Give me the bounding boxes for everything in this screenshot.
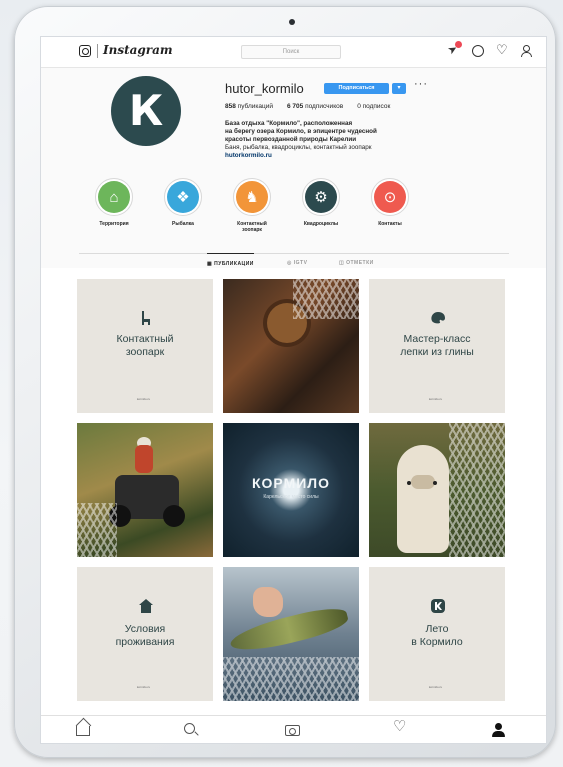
tab-posts[interactable]: ▦ ПУБЛИКАЦИИ [207, 253, 254, 267]
avatar-logo: К [128, 86, 164, 135]
post-brand-wordmark: КОРМИЛО [251, 475, 331, 491]
highlight-fishing[interactable]: ❖ Рыбалка [162, 178, 204, 233]
post-photo-fish[interactable] [223, 567, 359, 701]
instagram-logo-icon[interactable] [79, 45, 91, 57]
bio-website-link[interactable]: hutorkormilo.ru [225, 152, 445, 160]
profile-icon[interactable] [492, 723, 506, 737]
pattern-overlay [223, 657, 359, 701]
post-petting-zoo[interactable]: Контактный зоопарк kormilo.ru [77, 279, 213, 413]
llama-icon: ♞ [236, 181, 268, 213]
post-watermark: kormilo.ru [137, 685, 151, 689]
post-title: лепки из глины [400, 346, 474, 358]
followers-count[interactable]: 6 705 подписчиков [287, 103, 343, 110]
highlight-territory[interactable]: ⌂ Территория [93, 178, 135, 233]
highlight-label: Квадроциклы [303, 221, 339, 227]
highlight-atv[interactable]: ⚙ Квадроциклы [300, 178, 342, 233]
post-title: Лето [425, 623, 449, 635]
profile-username: hutor_kormilo [225, 81, 304, 96]
highlight-label: Рыбалка [172, 221, 194, 227]
home-icon[interactable] [76, 726, 90, 736]
tab-igtv[interactable]: ◎ IGTV [287, 260, 307, 266]
logo-icon [431, 599, 445, 613]
bottom-nav: ♡ [41, 715, 546, 743]
user-icon[interactable] [520, 45, 532, 57]
search-icon[interactable] [184, 723, 195, 734]
profile-bio: База отдыха "Кормило", расположенная на … [225, 120, 445, 160]
photo-element [135, 445, 153, 473]
posts-count: 858 публикаций [225, 103, 273, 110]
highlight-label: Территория [99, 221, 129, 227]
fish-icon: ❖ [167, 181, 199, 213]
bio-line: Баня, рыбалка, квадроциклы, контактный з… [225, 144, 372, 151]
profile-header: К hutor_kormilo Подписаться ▾ ··· 858 пу… [41, 68, 546, 268]
highlight-label: Контакты [378, 221, 402, 227]
post-title: Мастер-класс [403, 333, 471, 345]
post-photo-atv[interactable] [77, 423, 213, 557]
post-brand-kormilo[interactable]: КОРМИЛО Карельское место силы [223, 423, 359, 557]
bio-line: База отдыха "Кормило", расположенная [225, 120, 353, 127]
top-bar: Instagram Поиск [41, 37, 546, 68]
direct-icon[interactable] [448, 41, 462, 57]
pattern-overlay [449, 423, 505, 557]
highlight-petting-zoo[interactable]: ♞ Контактный зоопарк [231, 178, 273, 233]
bio-line: на берегу озера Кормило, в эпицентре чуд… [225, 128, 377, 135]
pattern-overlay [77, 503, 117, 557]
post-title: зоопарк [125, 346, 165, 358]
photo-element [227, 602, 351, 658]
bio-line: красоты первозданной природы Карелии [225, 136, 357, 143]
post-watermark: kormilo.ru [429, 685, 443, 689]
post-photo-interior[interactable] [223, 279, 359, 413]
instagram-wordmark[interactable]: Instagram [103, 43, 173, 57]
tablet-camera [289, 19, 295, 25]
post-watermark: kormilo.ru [429, 397, 443, 401]
location-pin-icon: ⊙ [374, 181, 406, 213]
posts-grid: Контактный зоопарк kormilo.ru Мастер-кла… [77, 279, 507, 701]
post-watermark: kormilo.ru [137, 397, 151, 401]
story-highlights: ⌂ Территория ❖ Рыбалка ♞ Контактный зооп… [93, 178, 411, 233]
screen: Instagram Поиск К hutor_kormilo Подписат… [40, 36, 547, 744]
post-summer[interactable]: Лето в Кормило kormilo.ru [369, 567, 505, 701]
house-icon: ⌂ [98, 181, 130, 213]
logo-divider [97, 44, 98, 58]
atv-icon: ⚙ [305, 181, 337, 213]
notification-dot [455, 41, 462, 48]
house-icon [139, 599, 153, 613]
highlight-contacts[interactable]: ⊙ Контакты [369, 178, 411, 233]
photo-element [397, 445, 449, 553]
follow-button[interactable]: Подписаться [324, 83, 389, 94]
heart-icon[interactable]: ♡ [393, 719, 407, 734]
compass-icon[interactable] [472, 45, 484, 57]
post-accommodation[interactable]: Условия проживания kormilo.ru [77, 567, 213, 701]
palette-icon [431, 311, 445, 324]
camera-icon[interactable] [285, 725, 300, 736]
photo-element [407, 481, 411, 485]
llama-icon [139, 311, 151, 325]
following-count[interactable]: 0 подписок [357, 103, 390, 110]
post-title: в Кормило [411, 636, 463, 648]
tab-tagged[interactable]: ◫ ОТМЕТКИ [339, 260, 374, 266]
photo-element [109, 475, 185, 527]
suggestions-dropdown-button[interactable]: ▾ [392, 83, 406, 94]
pattern-overlay [293, 279, 359, 319]
avatar[interactable]: К [111, 76, 181, 146]
post-pottery-class[interactable]: Мастер-класс лепки из глины kormilo.ru [369, 279, 505, 413]
post-title: Условия [124, 623, 166, 635]
photo-element [253, 587, 283, 617]
post-title: Контактный [116, 333, 174, 345]
more-options-button[interactable]: ··· [414, 78, 428, 90]
profile-tabs: ▦ ПУБЛИКАЦИИ ◎ IGTV ◫ ОТМЕТКИ [79, 253, 509, 274]
post-title: проживания [115, 636, 175, 648]
profile-stats: 858 публикаций 6 705 подписчиков 0 подпи… [225, 103, 390, 110]
highlight-label: Контактный зоопарк [237, 221, 267, 233]
search-input[interactable]: Поиск [241, 45, 341, 59]
post-brand-tagline: Карельское место силы [263, 494, 319, 500]
post-photo-alpaca[interactable] [369, 423, 505, 557]
photo-element [433, 481, 437, 485]
heart-icon[interactable] [496, 42, 508, 58]
nav-icons [448, 41, 532, 58]
